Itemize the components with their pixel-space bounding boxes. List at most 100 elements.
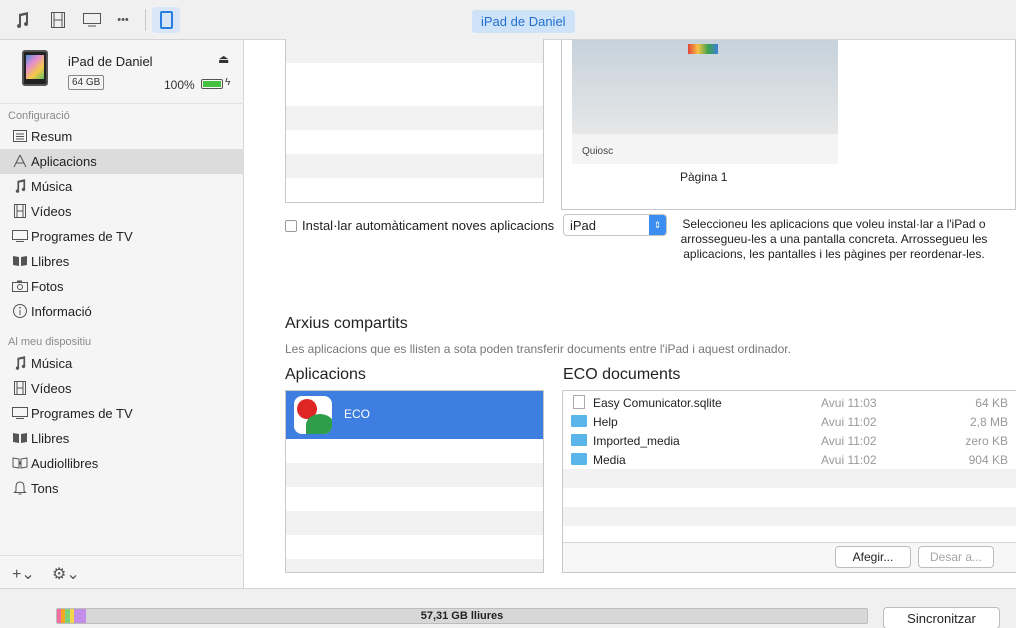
document-size: 2,8 MB <box>969 415 1008 429</box>
info-icon <box>12 303 28 319</box>
apps-hint-text: Seleccioneu les aplicacions que voleu in… <box>680 217 988 261</box>
auto-install-label[interactable]: Instal·lar automàticament noves aplicaci… <box>302 218 554 233</box>
eject-icon[interactable]: ⏏ <box>218 52 229 66</box>
add-document-button[interactable]: Afegir... <box>835 546 911 568</box>
battery-percent: 100% <box>164 78 195 92</box>
device-header[interactable]: iPad de Daniel ⏏ 64 GB 100% ϟ <box>0 40 244 104</box>
sidebar-device-item-videos[interactable]: Vídeos <box>0 376 244 401</box>
charging-icon: ϟ <box>225 77 231 88</box>
device-name: iPad de Daniel <box>68 54 153 69</box>
music-note-icon <box>12 178 28 194</box>
sidebar-item-label: Llibres <box>31 431 70 446</box>
sidebar-item-fotos[interactable]: Fotos <box>0 274 244 299</box>
document-size: zero KB <box>965 434 1008 448</box>
sidebar-item-videos[interactable]: Vídeos <box>0 199 244 224</box>
screen-thumbnail[interactable] <box>572 40 838 134</box>
add-icon[interactable]: +⌄ <box>12 564 35 584</box>
sidebar-item-label: Llibres <box>31 254 70 269</box>
folder-icon <box>571 434 587 446</box>
document-date: Avui 11:03 <box>821 396 877 410</box>
document-name: Easy Comunicator.sqlite <box>593 396 722 410</box>
documents-title: ECO documents <box>563 366 681 383</box>
on-device-section-title: Al meu dispositiu <box>8 336 92 348</box>
sidebar-item-informacio[interactable]: Informació <box>0 299 244 324</box>
music-note-icon <box>12 355 28 371</box>
capacity-badge: 64 GB <box>68 75 105 90</box>
main-panel: Quiosc Pàgina 1 Instal·lar automàticamen… <box>245 39 1016 588</box>
shared-files-title: Arxius compartits <box>285 315 408 332</box>
sidebar-item-label: Aplicacions <box>31 154 97 169</box>
device-thumbnail <box>22 50 48 86</box>
sidebar-item-label: Música <box>31 179 73 194</box>
film-icon <box>12 203 28 219</box>
device-type-value: iPad <box>570 218 597 233</box>
document-date: Avui 11:02 <box>821 415 877 429</box>
device-name-pill[interactable]: iPad de Daniel <box>472 10 575 33</box>
sidebar-item-label: Fotos <box>31 279 64 294</box>
sidebar-item-label: Audiollibres <box>31 456 99 471</box>
app-row-eco[interactable]: ECO <box>286 391 543 439</box>
shared-apps-list[interactable]: ECO <box>285 390 544 573</box>
app-install-list[interactable] <box>285 39 544 203</box>
sidebar-item-llibres[interactable]: Llibres <box>0 249 244 274</box>
folder-icon <box>571 415 587 427</box>
sync-button[interactable]: Sincronitzar <box>883 607 1000 628</box>
sidebar-item-label: Programes de TV <box>31 406 133 421</box>
music-note-icon[interactable] <box>12 10 32 30</box>
bell-icon <box>12 480 28 496</box>
sidebar-item-label: Vídeos <box>31 204 72 219</box>
document-row[interactable]: Imported_media Avui 11:02 zero KB <box>563 431 1016 450</box>
documents-list[interactable]: Easy Comunicator.sqlite Avui 11:03 64 KB… <box>562 390 1016 573</box>
documents-footer: Afegir... Desar a... <box>563 542 1016 572</box>
home-screen-preview[interactable]: Quiosc Pàgina 1 <box>561 40 1016 210</box>
sidebar-item-musica[interactable]: Música <box>0 174 244 199</box>
page-label: Pàgina 1 <box>680 170 728 184</box>
folder-icon <box>571 453 587 465</box>
document-row[interactable]: Media Avui 11:02 904 KB <box>563 450 1016 469</box>
sidebar-divider <box>0 555 244 556</box>
tv-icon <box>12 228 28 244</box>
sidebar-item-tv[interactable]: Programes de TV <box>0 224 244 249</box>
tv-icon <box>12 405 28 421</box>
document-row[interactable]: Help Avui 11:02 2,8 MB <box>563 412 1016 431</box>
sidebar-item-label: Informació <box>31 304 92 319</box>
shared-files-description: Les aplicacions que es llisten a sota po… <box>285 342 791 356</box>
app-name: ECO <box>344 407 371 421</box>
quiosc-label: Quiosc <box>582 146 614 157</box>
storage-capacity-bar[interactable]: 57,31 GB lliures <box>56 608 868 624</box>
more-icon[interactable]: ••• <box>112 10 134 30</box>
chevron-updown-icon: ⇕ <box>649 215 666 235</box>
sidebar-item-label: Música <box>31 356 73 371</box>
settings-section-title: Configuració <box>8 110 70 122</box>
document-date: Avui 11:02 <box>821 453 877 467</box>
battery-icon <box>201 79 223 89</box>
save-to-button[interactable]: Desar a... <box>918 546 994 568</box>
sidebar-item-label: Programes de TV <box>31 229 133 244</box>
list-icon <box>12 128 28 144</box>
sidebar-device-item-musica[interactable]: Música <box>0 351 244 376</box>
apps-icon <box>12 153 28 169</box>
toolbar-separator <box>145 9 146 31</box>
auto-install-checkbox[interactable] <box>285 220 297 232</box>
document-date: Avui 11:02 <box>821 434 877 448</box>
sidebar-item-label: Vídeos <box>31 381 72 396</box>
book-icon <box>12 430 28 446</box>
sidebar-device-item-llibres[interactable]: Llibres <box>0 426 244 451</box>
gear-icon[interactable]: ⚙⌄ <box>52 564 80 584</box>
film-icon[interactable] <box>48 10 68 30</box>
toolbar: ••• iPad de Daniel <box>0 0 1016 40</box>
ipad-icon[interactable] <box>152 7 180 33</box>
free-space-label: 57,31 GB lliures <box>420 610 504 622</box>
tv-icon[interactable] <box>81 10 103 30</box>
device-type-select[interactable]: iPad ⇕ <box>563 214 667 236</box>
eco-app-icon <box>294 396 332 434</box>
document-size: 64 KB <box>975 396 1008 410</box>
sidebar-device-item-tons[interactable]: Tons <box>0 476 244 501</box>
sidebar-item-label: Resum <box>31 129 73 144</box>
sidebar-device-item-tv[interactable]: Programes de TV <box>0 401 244 426</box>
sidebar-device-item-audiollibres[interactable]: Audiollibres <box>0 451 244 476</box>
document-row[interactable]: Easy Comunicator.sqlite Avui 11:03 64 KB <box>563 393 1016 412</box>
sidebar-item-aplicacions[interactable]: Aplicacions <box>0 149 244 174</box>
sidebar-item-resum[interactable]: Resum <box>0 124 244 149</box>
book-icon <box>12 253 28 269</box>
